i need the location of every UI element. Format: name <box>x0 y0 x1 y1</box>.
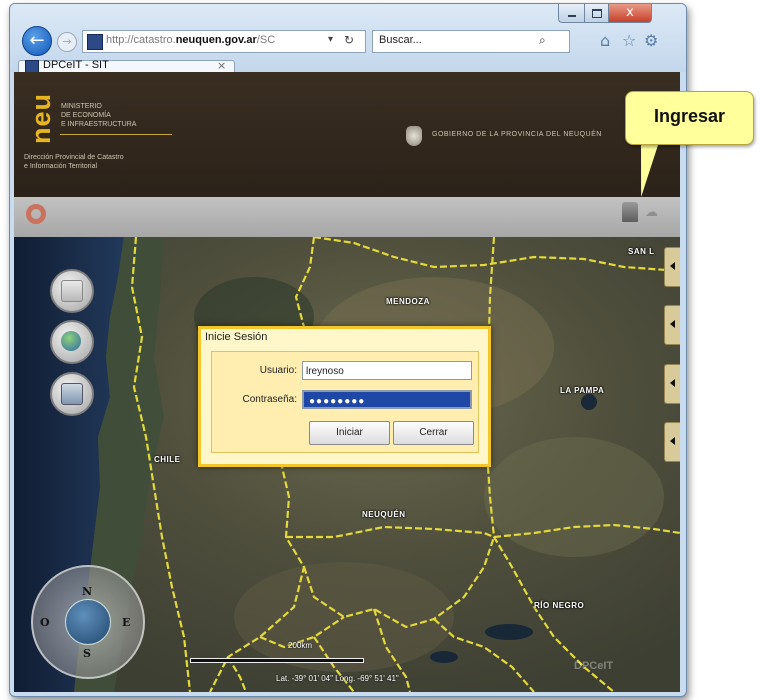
map-label-neuquen: NEUQUÉN <box>362 510 406 519</box>
minimize-icon <box>568 15 576 17</box>
map-label-chile: CHILE <box>154 455 181 464</box>
map-watermark: DPCeIT <box>574 660 614 672</box>
compass-south[interactable]: S <box>83 647 91 660</box>
ingresar-callout: Ingresar <box>625 91 754 145</box>
login-user-icon[interactable] <box>622 202 638 222</box>
ministry-line: DE ECONOMÍA <box>61 112 111 119</box>
favorites-icon[interactable]: ☆ <box>622 31 636 50</box>
side-panel-tab-3[interactable] <box>664 364 680 404</box>
tab-close-icon[interactable]: × <box>217 59 226 72</box>
side-panel-tab-2[interactable] <box>664 305 680 345</box>
side-panel-tab-1[interactable] <box>664 247 680 287</box>
url-prefix: http://catastro. <box>106 34 176 46</box>
refresh-icon[interactable]: ↻ <box>344 33 354 47</box>
back-button[interactable]: ← <box>22 26 52 56</box>
address-url[interactable]: http://catastro.neuquen.gov.ar/SC <box>106 34 275 46</box>
map-tools-button[interactable] <box>50 372 94 416</box>
username-label: Usuario: <box>259 365 297 376</box>
dialog-title: Inicie Sesión <box>205 331 268 343</box>
chevron-left-icon <box>670 262 675 270</box>
map-label-mendoza: MENDOZA <box>386 297 430 306</box>
compass-east[interactable]: E <box>122 616 130 629</box>
close-window-button[interactable]: x <box>608 4 652 23</box>
forward-arrow-icon: → <box>62 35 72 48</box>
back-arrow-icon: ← <box>29 30 45 51</box>
login-dialog: Inicie Sesión Usuario: lreynoso Contrase… <box>198 326 491 467</box>
minimize-button[interactable] <box>558 4 586 23</box>
close-icon: x <box>626 5 634 20</box>
chevron-left-icon <box>670 320 675 328</box>
settings-icon[interactable]: ⚙ <box>644 31 658 50</box>
search-placeholder: Buscar... <box>379 34 422 46</box>
tab-title: DPCeIT - SIT <box>43 59 109 71</box>
direction-line: e Información Territorial <box>24 163 98 170</box>
chevron-left-icon <box>670 437 675 445</box>
search-icon[interactable]: ⌕ <box>539 33 546 48</box>
compass-center-icon[interactable] <box>65 599 111 645</box>
app-toolbar <box>14 197 680 237</box>
map-label-rio-negro: RÍO NEGRO <box>534 601 585 610</box>
logo-text: neu <box>26 92 56 144</box>
province-crest-icon <box>406 126 422 146</box>
scale-bar <box>190 658 364 663</box>
password-label: Contraseña: <box>242 394 297 405</box>
url-suffix: /SC <box>256 34 276 46</box>
password-mask: ●●●●●●●● <box>307 396 368 407</box>
tools-icon <box>61 383 83 405</box>
cloud-icon[interactable]: ☁ <box>645 205 658 220</box>
login-submit-button[interactable]: Iniciar <box>309 421 390 445</box>
direction-text: Dirección Provincial de Catastro e Infor… <box>24 153 124 171</box>
government-title: GOBIERNO DE LA PROVINCIA DEL NEUQUÉN <box>432 131 602 138</box>
maximize-icon <box>592 9 602 18</box>
side-panel-tab-4[interactable] <box>664 422 680 462</box>
layers-icon <box>61 280 83 302</box>
map-label-san-luis: SAN L <box>628 247 655 256</box>
ministry-text: MINISTERIO DE ECONOMÍA E INFRAESTRUCTURA <box>61 102 136 129</box>
ministry-line: MINISTERIO <box>61 103 102 110</box>
direction-line: Dirección Provincial de Catastro <box>24 154 124 161</box>
address-dropdown-icon[interactable]: ▾ <box>328 34 333 45</box>
login-form: Usuario: lreynoso Contraseña: ●●●●●●●● I… <box>211 351 479 453</box>
password-input[interactable]: ●●●●●●●● <box>302 390 472 409</box>
site-header: neu MINISTERIO DE ECONOMÍA E INFRAESTRUC… <box>14 72 680 197</box>
login-close-button[interactable]: Cerrar <box>393 421 474 445</box>
map-compass[interactable]: N S E O <box>31 565 145 679</box>
map-label-la-pampa: LA PAMPA <box>560 386 605 395</box>
address-bar[interactable]: http://catastro.neuquen.gov.ar/SC ▾ ↻ <box>82 30 366 53</box>
neu-logo: neu <box>24 82 56 146</box>
home-icon[interactable]: ⌂ <box>600 31 610 50</box>
site-favicon-icon <box>87 34 103 50</box>
chevron-left-icon <box>670 379 675 387</box>
callout-text: Ingresar <box>653 106 726 126</box>
username-input[interactable]: lreynoso <box>302 361 472 380</box>
url-domain: neuquen.gov.ar <box>175 34 257 46</box>
forward-button[interactable]: → <box>57 32 77 52</box>
logo-divider <box>60 134 172 135</box>
maximize-button[interactable] <box>584 4 610 23</box>
scale-label: 200km <box>288 641 313 650</box>
ministry-line: E INFRAESTRUCTURA <box>61 121 137 128</box>
compass-west[interactable]: O <box>40 616 50 629</box>
globe-icon <box>61 331 81 351</box>
browser-search-box[interactable]: Buscar... ⌕ <box>372 30 570 53</box>
compass-north[interactable]: N <box>82 585 92 598</box>
map-globe-button[interactable] <box>50 320 94 364</box>
coordinates-readout: Lat. -39° 01' 04" Long. -69° 51' 41" <box>276 674 399 683</box>
help-lifebuoy-icon[interactable] <box>26 204 46 224</box>
map-layers-button[interactable] <box>50 269 94 313</box>
